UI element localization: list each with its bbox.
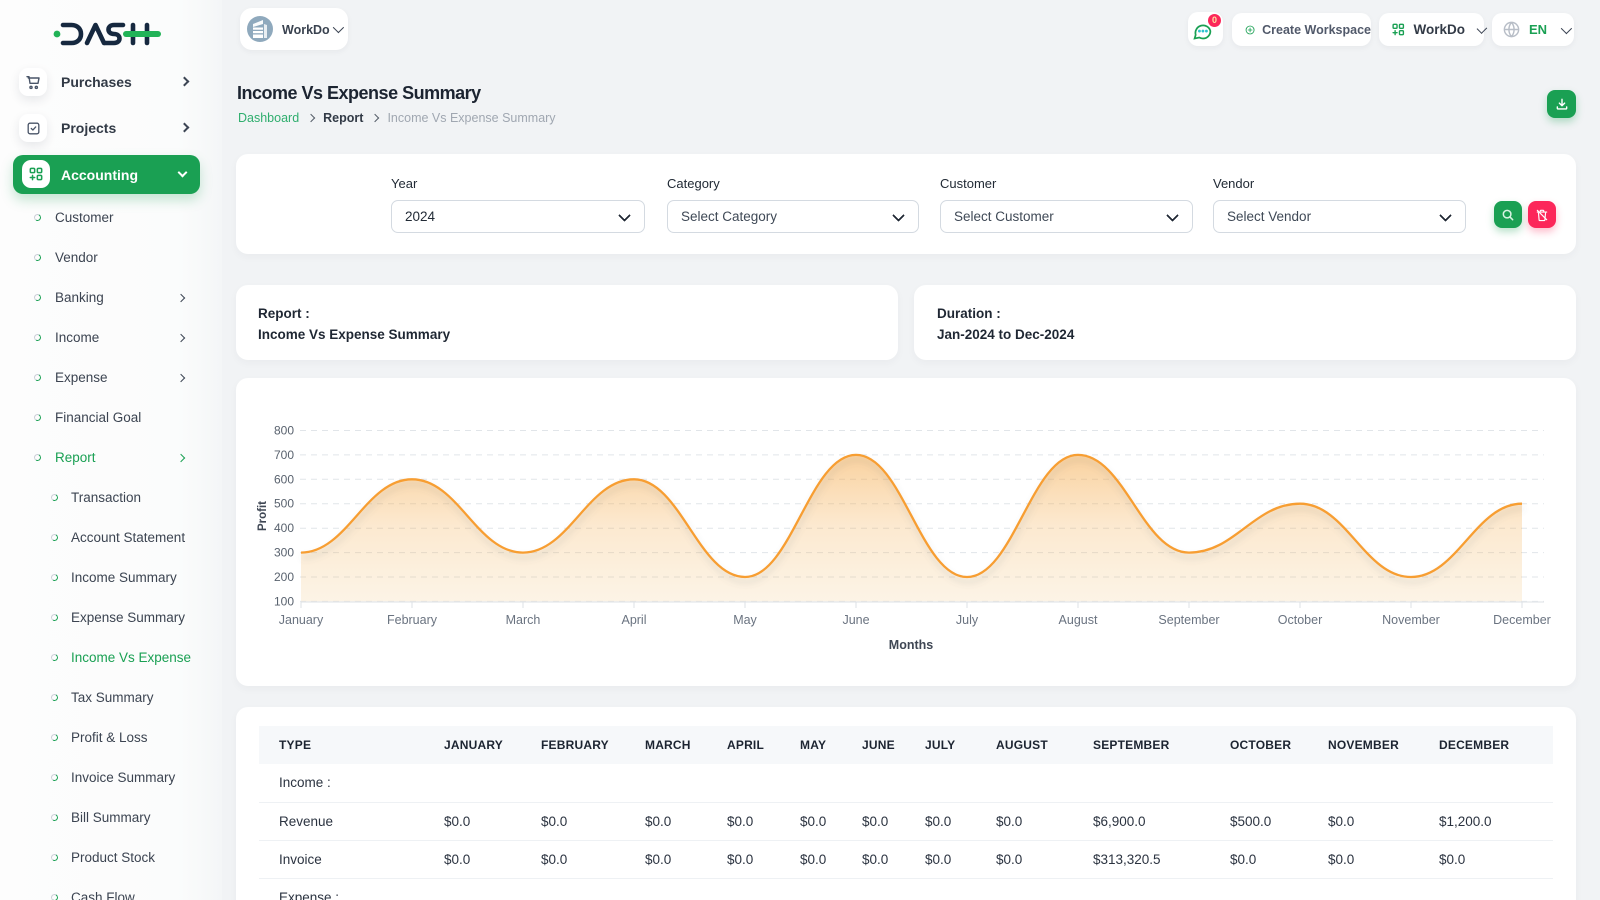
svg-text:400: 400 [274, 521, 294, 535]
svg-text:100: 100 [274, 594, 294, 608]
svg-text:700: 700 [274, 448, 294, 462]
svg-text:December: December [1493, 613, 1551, 627]
svg-text:300: 300 [274, 546, 294, 560]
svg-text:500: 500 [274, 497, 294, 511]
svg-text:Profit: Profit [257, 501, 269, 531]
svg-text:August: August [1059, 613, 1098, 627]
svg-text:600: 600 [274, 472, 294, 486]
svg-text:800: 800 [274, 424, 294, 438]
svg-text:March: March [506, 613, 541, 627]
svg-text:January: January [279, 613, 324, 627]
svg-text:October: October [1278, 613, 1322, 627]
svg-text:Months: Months [889, 638, 933, 652]
svg-text:May: May [733, 613, 757, 627]
svg-text:February: February [387, 613, 438, 627]
svg-text:June: June [842, 613, 869, 627]
svg-text:July: July [956, 613, 979, 627]
svg-text:November: November [1382, 613, 1440, 627]
svg-text:200: 200 [274, 570, 294, 584]
svg-text:April: April [621, 613, 646, 627]
svg-text:September: September [1158, 613, 1219, 627]
